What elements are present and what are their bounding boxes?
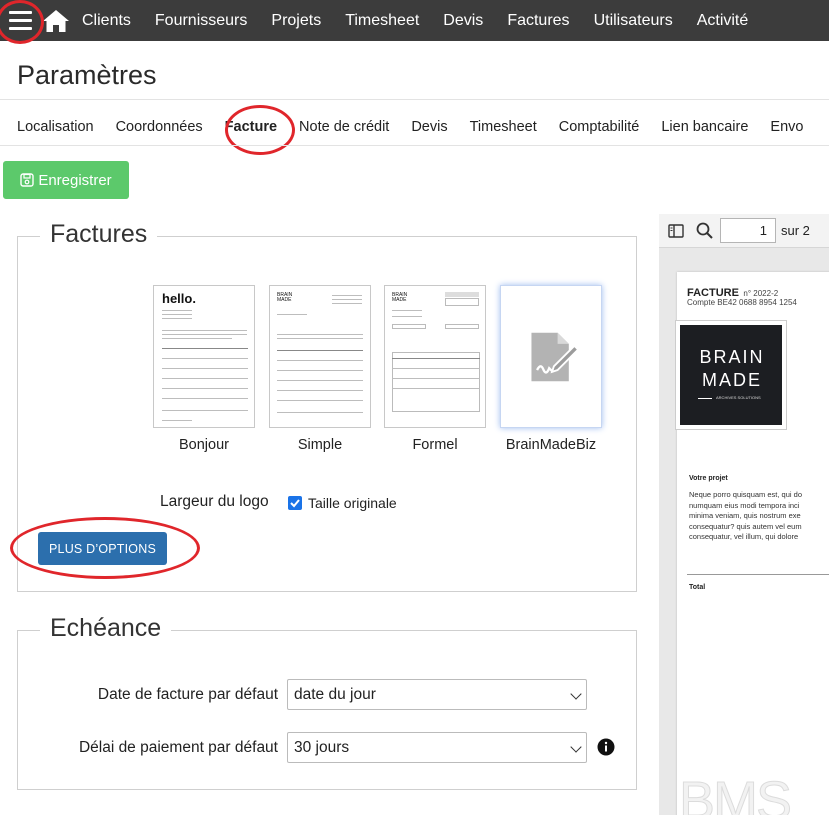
pdf-toolbar: 1 sur 2 <box>659 214 829 248</box>
template-simple[interactable]: BRAIN MADE <box>269 285 371 428</box>
template-formel[interactable]: BRAIN MADE <box>384 285 486 428</box>
template-label-brainmadebiz: BrainMadeBiz <box>505 437 597 453</box>
nav-timesheet[interactable]: Timesheet <box>345 12 419 30</box>
tab-devis[interactable]: Devis <box>411 119 447 135</box>
logo-width-label: Largeur du logo <box>160 493 269 510</box>
tab-localisation[interactable]: Localisation <box>17 119 94 135</box>
tab-facture[interactable]: Facture <box>225 119 277 135</box>
divider <box>0 99 829 100</box>
hamburger-menu-icon[interactable] <box>9 10 33 30</box>
template-label-simple: Simple <box>297 437 343 453</box>
tab-coordonnees[interactable]: Coordonnées <box>116 119 203 135</box>
settings-tabs: Localisation Coordonnées Facture Note de… <box>17 119 825 135</box>
home-icon[interactable] <box>42 9 70 33</box>
payment-delay-value: 30 jours <box>294 738 350 756</box>
nav-utilisateurs[interactable]: Utilisateurs <box>594 12 673 30</box>
template-label-bonjour: Bonjour <box>179 437 229 453</box>
pdf-page: FACTURE n° 2022-2 Compte BE42 0688 8954 … <box>675 272 829 815</box>
tab-comptabilite[interactable]: Comptabilité <box>559 119 640 135</box>
save-button[interactable]: Enregistrer <box>3 161 129 199</box>
page-total: sur 2 <box>781 223 810 238</box>
nav-clients[interactable]: Clients <box>82 12 131 30</box>
top-navbar: Clients Fournisseurs Projets Timesheet D… <box>0 0 829 41</box>
echeance-section <box>17 630 637 790</box>
pdf-total-label: Total <box>689 584 706 591</box>
pdf-doc-number: n° 2022-2 <box>743 289 779 298</box>
nav-projets[interactable]: Projets <box>271 12 321 30</box>
template-bonjour[interactable]: hello. <box>153 285 255 428</box>
save-icon <box>20 173 35 187</box>
check-icon <box>290 499 300 508</box>
nav-fournisseurs[interactable]: Fournisseurs <box>155 12 247 30</box>
factures-legend: Factures <box>40 220 158 249</box>
search-icon[interactable] <box>696 222 714 240</box>
info-icon[interactable] <box>597 738 615 756</box>
page-number-input[interactable]: 1 <box>720 218 776 243</box>
template-thumb-title: BRAIN MADE <box>392 292 408 303</box>
template-thumb-title: hello. <box>162 291 196 306</box>
pdf-project-heading: Votre projet <box>689 475 728 482</box>
template-label-formel: Formel <box>412 437 458 453</box>
sidebar-toggle-icon[interactable] <box>668 224 684 238</box>
payment-delay-label: Délai de paiement par défaut <box>78 739 278 756</box>
invoice-date-value: date du jour <box>294 685 376 703</box>
original-size-checkbox[interactable] <box>288 496 302 510</box>
save-button-label: Enregistrer <box>38 171 112 189</box>
invoice-date-select[interactable]: date du jour <box>287 679 587 710</box>
nav-activite[interactable]: Activité <box>697 12 749 30</box>
echeance-legend: Echéance <box>40 614 172 643</box>
pdf-preview[interactable]: 1 sur 2 FACTURE n° 2022-2 Compte BE42 06… <box>659 214 829 815</box>
more-options-button[interactable]: PLUS D’OPTIONS <box>38 532 167 565</box>
invoice-date-label: Date de facture par défaut <box>97 686 278 703</box>
tab-lien-bancaire[interactable]: Lien bancaire <box>661 119 748 135</box>
pdf-body: Neque porro quisquam est, qui do numquam… <box>689 490 802 541</box>
payment-delay-select[interactable]: 30 jours <box>287 732 587 763</box>
page-title: Paramètres <box>17 60 157 90</box>
tab-envo[interactable]: Envo <box>770 119 803 135</box>
template-thumb-title: BRAIN MADE <box>277 292 293 303</box>
pdf-logo-line1: BRAIN <box>699 347 765 367</box>
pdf-account-line: Compte BE42 0688 8954 1254 <box>687 298 797 307</box>
template-brainmadebiz[interactable] <box>500 285 602 428</box>
tab-timesheet[interactable]: Timesheet <box>470 119 537 135</box>
chevron-down-icon <box>570 741 582 753</box>
tab-note-de-credit[interactable]: Note de crédit <box>299 119 389 135</box>
divider <box>0 145 829 146</box>
nav-devis[interactable]: Devis <box>443 12 483 30</box>
original-size-label: Taille originale <box>308 495 397 511</box>
pdf-logo-line2: MADE <box>701 370 762 390</box>
chevron-down-icon <box>570 688 582 700</box>
nav-factures[interactable]: Factures <box>507 12 569 30</box>
document-signature-icon <box>531 332 580 382</box>
main-nav: Clients Fournisseurs Projets Timesheet D… <box>82 0 772 41</box>
pdf-logo-tagline: ARCHIVES SOLUTIONS <box>716 395 761 400</box>
pdf-watermark: BMS <box>678 771 792 815</box>
pdf-logo: BRAIN MADE ARCHIVES SOLUTIONS <box>675 320 787 430</box>
